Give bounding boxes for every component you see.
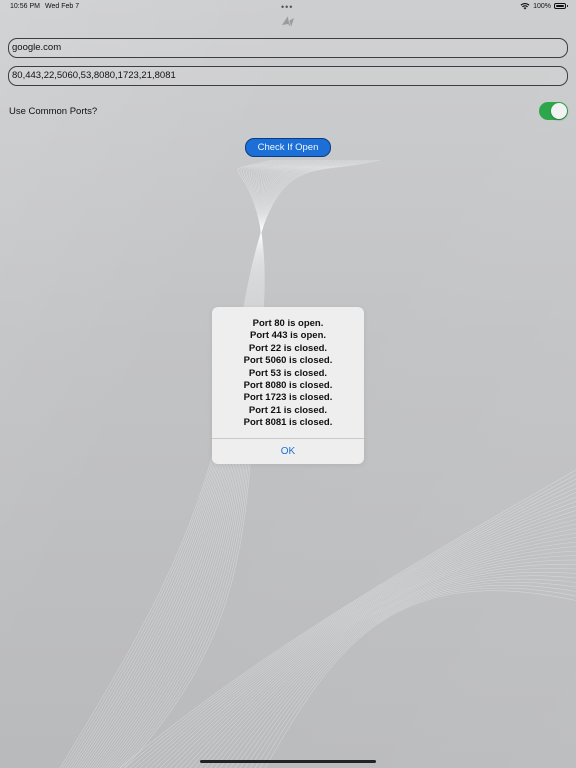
battery-percentage: 100%: [533, 2, 551, 10]
multitasking-dots-icon[interactable]: •••: [281, 2, 293, 12]
alert-ok-button[interactable]: OK: [212, 439, 364, 464]
check-if-open-button[interactable]: Check If Open: [245, 138, 331, 157]
alert-line: Port 443 is open.: [249, 330, 327, 342]
alert-line: Port 8081 is closed.: [243, 417, 333, 429]
status-time: 10:56 PM: [10, 3, 40, 10]
alert-line: Port 1723 is closed.: [243, 392, 333, 404]
status-right: 100%: [520, 2, 568, 10]
port-results-alert: Port 80 is open. Port 443 is open. Port …: [212, 307, 364, 464]
wifi-icon: [520, 3, 530, 10]
app-logo-icon: [282, 15, 294, 28]
common-ports-label: Use Common Ports?: [9, 106, 98, 117]
alert-line: Port 53 is closed.: [248, 367, 328, 379]
alert-line: Port 80 is open.: [252, 318, 324, 329]
alert-line: Port 22 is closed.: [248, 342, 328, 354]
host-input[interactable]: google.com: [8, 38, 568, 58]
home-indicator[interactable]: [200, 760, 376, 763]
status-date: Wed Feb 7: [45, 3, 80, 10]
alert-line: Port 5060 is closed.: [243, 355, 333, 367]
alert-line: Port 8080 is closed.: [243, 379, 333, 391]
alert-line: Port 21 is closed.: [248, 404, 328, 416]
common-ports-toggle[interactable]: [539, 102, 568, 120]
alert-message: Port 80 is open. Port 443 is open. Port …: [212, 318, 364, 430]
toggle-knob: [551, 103, 567, 119]
battery-icon: [554, 3, 568, 9]
ports-input[interactable]: 80,443,22,5060,53,8080,1723,21,8081: [8, 66, 568, 86]
